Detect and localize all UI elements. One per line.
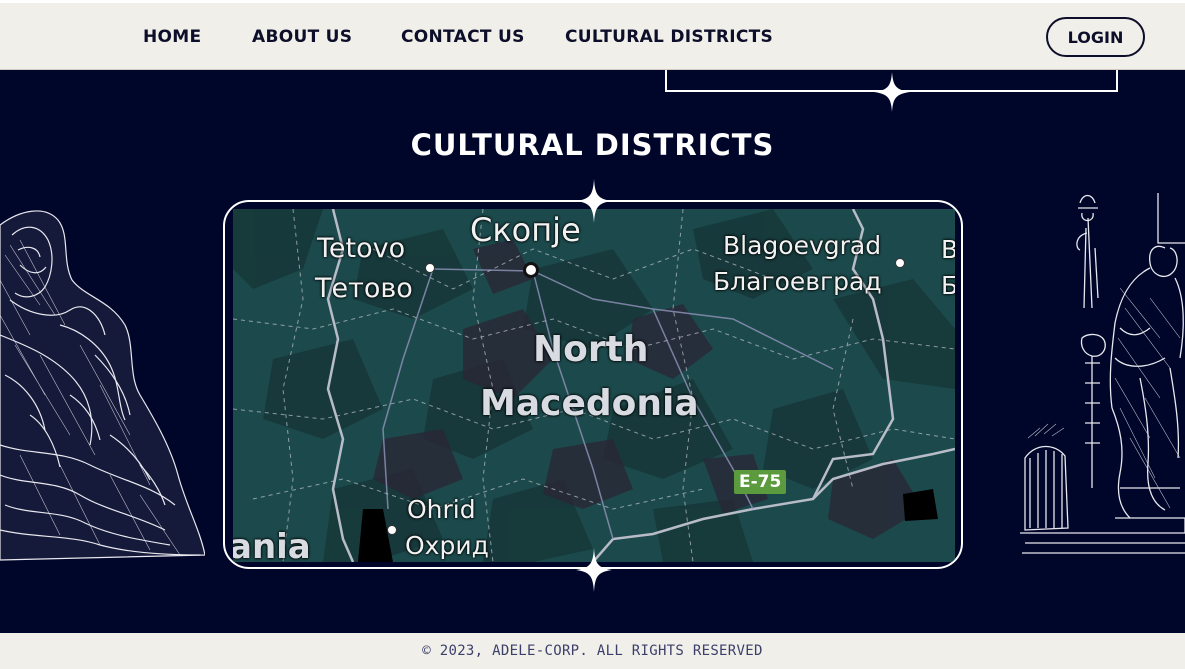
map-frame: Скопје Tetovo Тетово Blagoevgrad Благоев… xyxy=(223,200,963,569)
map-label-blagoevgrad-latin: Blagoevgrad xyxy=(723,231,882,260)
nav-contact-us-link[interactable]: CONTACT US xyxy=(401,27,525,47)
footer: © 2023, ADELE-CORP. ALL RIGHTS RESERVED xyxy=(0,633,1185,669)
zeus-statue-illustration xyxy=(0,210,205,561)
footer-copyright: © 2023, ADELE-CORP. ALL RIGHTS RESERVED xyxy=(422,643,763,659)
ohrid-marker xyxy=(387,525,397,535)
nav-home-link[interactable]: HOME xyxy=(143,27,201,47)
map-label-edge-cyrillic: Б xyxy=(941,271,955,300)
seated-goddess-illustration xyxy=(1020,193,1185,554)
section-title: CULTURAL DISTRICTS xyxy=(410,128,775,162)
sparkle-icon xyxy=(874,72,910,112)
map-label-skopje: Скопје xyxy=(470,211,581,249)
map-label-country-line2: Macedonia xyxy=(480,383,699,424)
map-label-edge-latin: B xyxy=(941,235,955,264)
embedded-map[interactable]: Скопје Tetovo Тетово Blagoevgrad Благоев… xyxy=(233,209,955,562)
tetovo-marker xyxy=(425,263,435,273)
nav-about-us-link[interactable]: ABOUT US xyxy=(252,27,352,47)
map-label-country-line1: North xyxy=(533,329,649,370)
skopje-capital-marker xyxy=(523,262,539,278)
nav-cultural-districts-link[interactable]: CULTURAL DISTRICTS xyxy=(565,27,773,47)
map-label-tetovo-latin: Tetovo xyxy=(317,233,406,264)
road-badge-e75: E-75 xyxy=(734,470,787,494)
navbar: HOME ABOUT US CONTACT US CULTURAL DISTRI… xyxy=(0,0,1185,70)
blagoevgrad-marker xyxy=(895,258,905,268)
map-label-blagoevgrad-cyrillic: Благоевград xyxy=(713,267,882,296)
login-button[interactable]: LOGIN xyxy=(1046,17,1145,57)
map-label-albania-partial: ania xyxy=(233,527,311,562)
sparkle-icon xyxy=(576,179,612,223)
sparkle-icon xyxy=(576,548,612,592)
map-label-ohrid-cyrillic: Охрид xyxy=(405,531,489,560)
map-label-tetovo-cyrillic: Тетово xyxy=(315,273,413,304)
map-label-ohrid-latin: Ohrid xyxy=(407,495,476,524)
